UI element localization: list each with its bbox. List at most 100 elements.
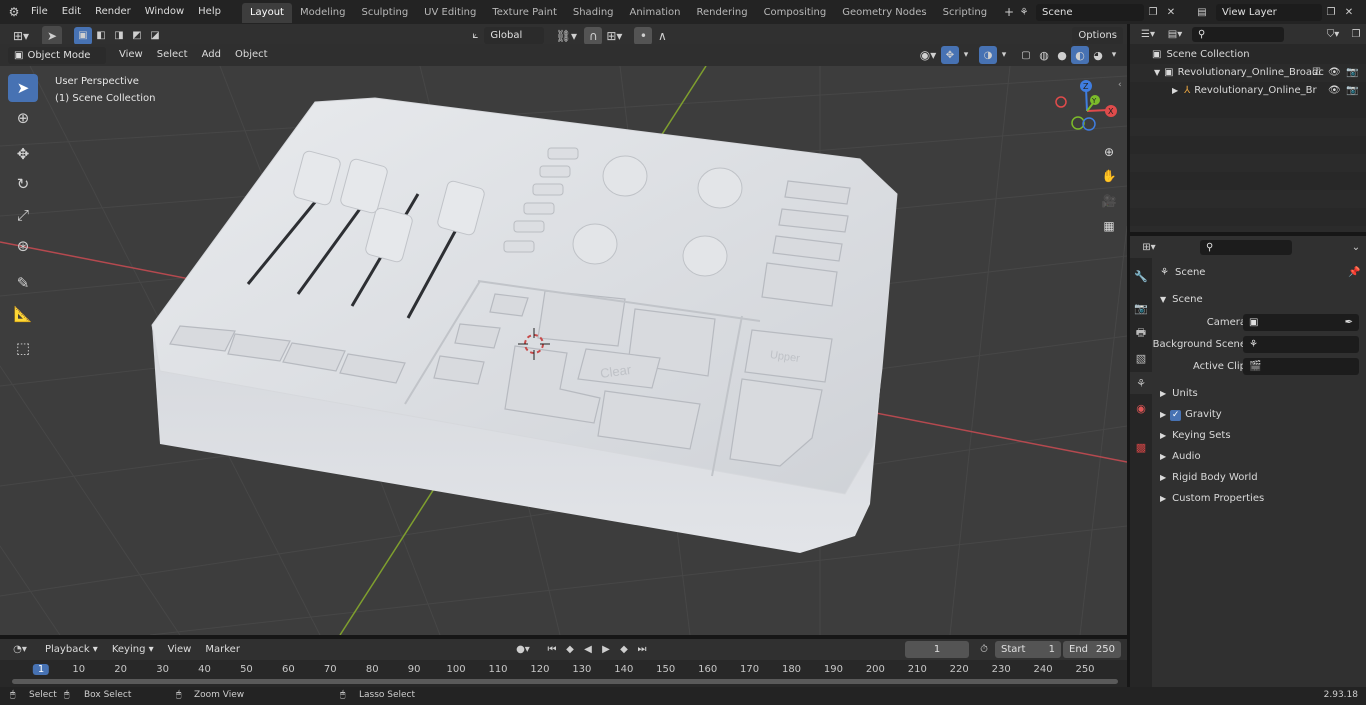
scene-selector[interactable]: ⚘ Scene ❐ ✕ — [1012, 3, 1182, 21]
menu-file[interactable]: File — [24, 0, 55, 24]
navigation-gizmo[interactable]: X Z Y — [1052, 78, 1122, 148]
gizmo-neg-y-icon[interactable] — [1071, 116, 1085, 130]
ortho-toggle-button[interactable]: ▦ — [1098, 215, 1120, 237]
filter-icon[interactable]: ⛉▾ — [1320, 24, 1346, 44]
editor-type-icon[interactable]: ⊞▾ — [8, 26, 34, 46]
scale-tool[interactable]: ⤢ — [8, 201, 38, 229]
pin-icon[interactable]: 📌 — [1348, 262, 1360, 283]
mixer-model[interactable]: Clear Upper — [151, 97, 898, 553]
tab-compositing[interactable]: Compositing — [756, 3, 835, 23]
eye-icon[interactable]: 👁 — [1328, 82, 1341, 100]
tab-scripting[interactable]: Scripting — [935, 3, 995, 23]
stopwatch-icon[interactable]: ⏱ — [975, 640, 993, 660]
section-units[interactable]: ▶ Units — [1152, 383, 1366, 404]
outliner-row-scene-collection[interactable]: ▣ Scene Collection — [1130, 46, 1366, 64]
annotate-tool[interactable]: ✎ — [8, 269, 38, 297]
menu-view[interactable]: View — [112, 43, 150, 67]
world-tab-icon[interactable]: ◉ — [1130, 397, 1152, 419]
tab-animation[interactable]: Animation — [622, 3, 689, 23]
timeline-editor-type-icon[interactable]: ◔▾ — [6, 640, 34, 660]
menu-add[interactable]: Add — [195, 43, 228, 67]
select-mode-extend-icon[interactable]: ◧ — [92, 27, 110, 45]
menu-render[interactable]: Render — [88, 0, 138, 24]
tab-geometry-nodes[interactable]: Geometry Nodes — [834, 3, 934, 23]
menu-edit[interactable]: Edit — [55, 0, 88, 24]
move-tool[interactable]: ✥ — [8, 140, 38, 168]
delete-view-layer-icon[interactable]: ✕ — [1340, 3, 1358, 21]
view-layer-selector[interactable]: ▤ View Layer ❐ ✕ — [1188, 3, 1366, 21]
outliner-row-collection[interactable]: ▼ ▣ Revolutionary_Online_Broadc ☑ 👁 📷 — [1130, 64, 1366, 82]
transform-orientation-dropdown[interactable]: Global — [484, 27, 545, 44]
current-frame-marker[interactable]: 1 — [32, 664, 50, 675]
select-tool-icon[interactable]: ➤ — [42, 25, 62, 46]
select-mode-subtract-icon[interactable]: ◨ — [110, 27, 128, 45]
jump-end-icon[interactable]: ⏭ — [633, 640, 651, 660]
new-collection-icon[interactable]: ❐ — [1346, 24, 1366, 44]
tab-modeling[interactable]: Modeling — [292, 3, 354, 23]
shading-dropdown-icon[interactable]: ▾ — [1107, 45, 1121, 65]
outliner-search-field[interactable]: ⚲ — [1192, 26, 1284, 42]
rendered-shading-icon[interactable]: ◕ — [1089, 45, 1107, 65]
menu-timeline-view[interactable]: View — [161, 638, 199, 662]
tab-sculpting[interactable]: Sculpting — [353, 3, 416, 23]
gravity-checkbox[interactable]: ✓ — [1170, 410, 1182, 421]
camera-field[interactable]: ▣ ✒ — [1243, 314, 1359, 331]
snap-mode-icon[interactable]: ⊞▾ — [602, 26, 626, 46]
timeline-scrollbar[interactable] — [12, 679, 1118, 684]
overlays-toggle-icon[interactable]: ◑ — [979, 46, 997, 64]
view-layer-tab-icon[interactable]: ▧ — [1130, 347, 1152, 369]
section-custom-properties[interactable]: ▶ Custom Properties — [1152, 488, 1366, 509]
visibility-icon[interactable]: ◉▾ — [915, 45, 941, 65]
proportional-edit-icon[interactable]: • — [634, 26, 653, 45]
viewport-canvas[interactable]: Clear Upper — [0, 66, 1127, 635]
texture-tab-icon[interactable]: ▩ — [1130, 436, 1152, 458]
tab-shading[interactable]: Shading — [565, 3, 622, 23]
properties-options-icon[interactable]: ⌄ — [1346, 237, 1366, 257]
menu-marker[interactable]: Marker — [198, 638, 247, 662]
snap-toggle-icon[interactable]: ∩ — [584, 26, 603, 45]
start-frame-field[interactable]: Start 1 — [995, 641, 1061, 658]
gizmo-dropdown-icon[interactable]: ▾ — [959, 45, 973, 65]
proportional-falloff-icon[interactable]: ∧ — [652, 26, 672, 46]
tab-uv-editing[interactable]: UV Editing — [416, 3, 484, 23]
section-keying-sets[interactable]: ▶ Keying Sets — [1152, 425, 1366, 446]
play-reverse-icon[interactable]: ◀ — [579, 640, 597, 660]
tool-tab-icon[interactable]: 🔧 — [1130, 265, 1152, 287]
expand-arrow-icon[interactable]: ▶ — [1172, 86, 1178, 95]
section-gravity[interactable]: ▶ ✓ Gravity — [1152, 404, 1366, 425]
new-scene-icon[interactable]: ❐ — [1144, 3, 1162, 21]
tab-rendering[interactable]: Rendering — [688, 3, 755, 23]
next-keyframe-icon[interactable]: ◆ — [615, 640, 633, 660]
select-box-tool[interactable]: ➤ — [8, 74, 38, 102]
prev-keyframe-icon[interactable]: ◆ — [561, 640, 579, 660]
add-cube-tool[interactable]: ⬚ — [8, 334, 38, 362]
outliner-editor-type-icon[interactable]: ☰▾ — [1134, 24, 1162, 44]
camera-view-button[interactable]: 🎥 — [1098, 190, 1120, 212]
select-mode-new-icon[interactable]: ▣ — [74, 26, 92, 45]
blender-logo-icon[interactable]: ⚙ — [4, 2, 24, 22]
material-shading-icon[interactable]: ◐ — [1071, 46, 1089, 64]
record-icon[interactable]: ●▾ — [509, 640, 537, 660]
scene-tab-icon[interactable]: ⚘ — [1130, 372, 1152, 394]
view-layer-field[interactable]: View Layer — [1216, 3, 1322, 21]
scene-field[interactable]: Scene — [1036, 3, 1144, 21]
transform-tool[interactable]: ⊛ — [8, 232, 38, 260]
pivot-point-icon[interactable]: ⛓▾ — [552, 26, 580, 46]
menu-window[interactable]: Window — [138, 0, 191, 24]
options-button[interactable]: Options — [1072, 26, 1123, 45]
eyedropper-icon[interactable]: ✒ — [1345, 314, 1353, 331]
gizmo-neg-z-icon[interactable] — [1082, 117, 1096, 131]
delete-scene-icon[interactable]: ✕ — [1162, 3, 1180, 21]
new-view-layer-icon[interactable]: ❐ — [1322, 3, 1340, 21]
jump-start-icon[interactable]: ⏮ — [543, 640, 561, 660]
wireframe-shading-icon[interactable]: ◍ — [1035, 45, 1053, 65]
menu-object[interactable]: Object — [228, 43, 275, 67]
active-clip-field[interactable]: 🎬 — [1243, 358, 1359, 375]
rotate-tool[interactable]: ↻ — [8, 170, 38, 198]
collapse-arrow-icon[interactable]: ▼ — [1154, 68, 1160, 77]
pan-view-button[interactable]: ✋ — [1098, 165, 1120, 187]
tab-layout[interactable]: Layout — [241, 3, 292, 23]
section-audio[interactable]: ▶ Audio — [1152, 446, 1366, 467]
menu-keying[interactable]: Keying ▾ — [105, 638, 161, 662]
end-frame-field[interactable]: End 250 — [1063, 641, 1121, 658]
